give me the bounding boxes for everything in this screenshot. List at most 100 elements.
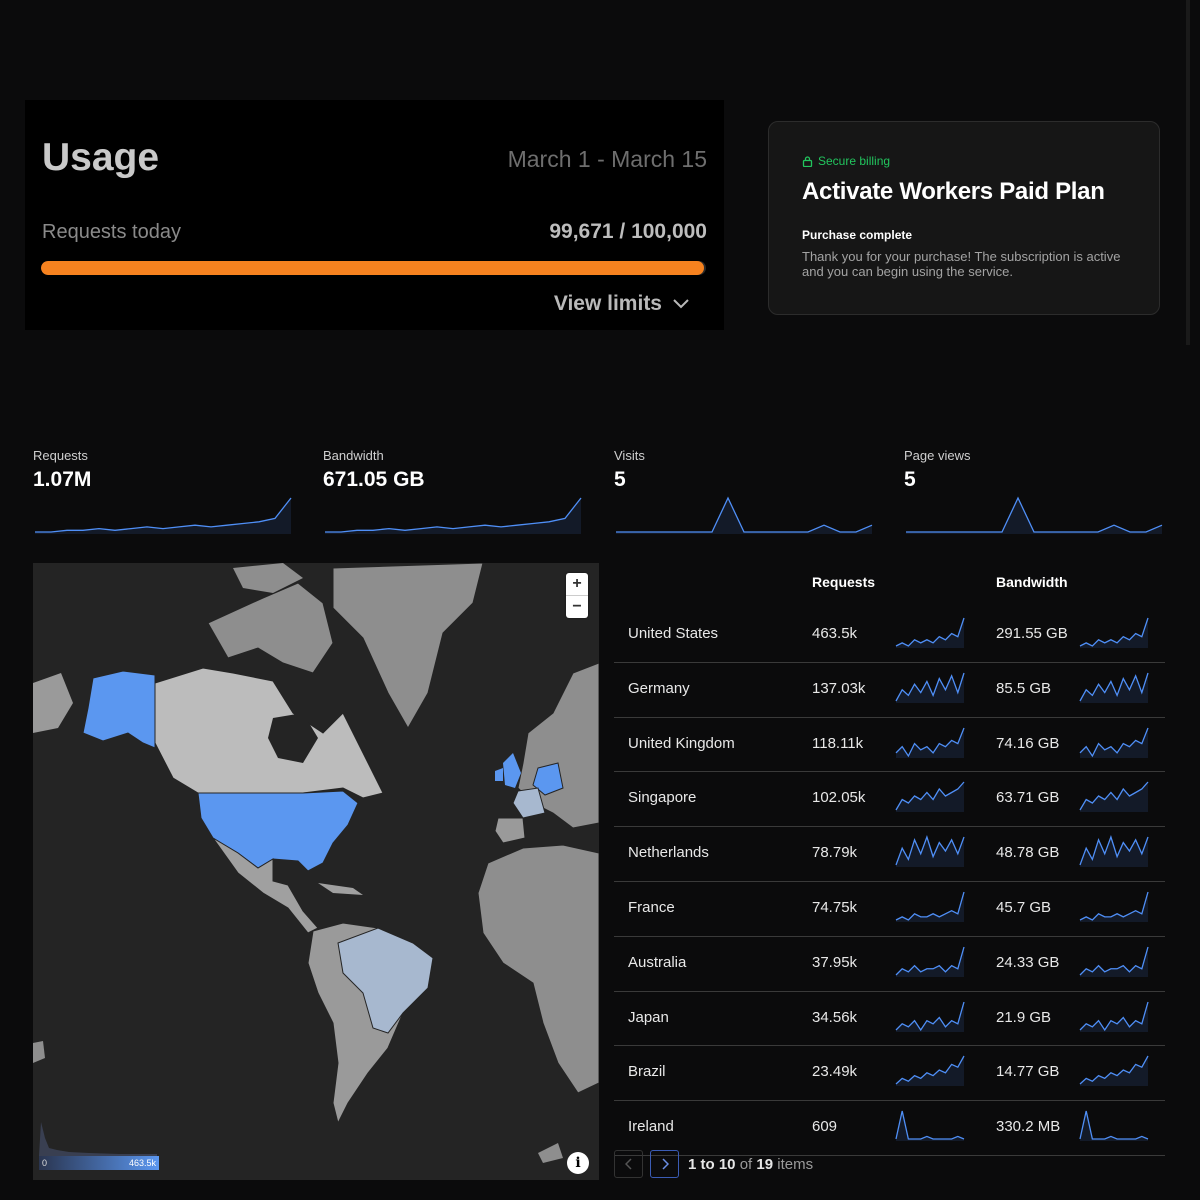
of-word: of — [739, 1155, 753, 1173]
sparkline-area — [896, 837, 964, 868]
requests-value: 609 — [812, 1118, 838, 1136]
items-word: items — [777, 1155, 814, 1173]
table-header: Requests Bandwidth — [614, 563, 1165, 608]
table-row[interactable]: Ireland 609 330.2 MB — [614, 1101, 1165, 1156]
stat-bandwidth: Bandwidth 671.05 GB — [323, 448, 585, 534]
zoom-in-button[interactable]: + — [566, 573, 588, 595]
stat-sparkline — [906, 496, 1163, 534]
column-header-requests[interactable]: Requests — [812, 574, 875, 590]
view-limits-label: View limits — [553, 292, 662, 315]
legend-max: 463.5k — [128, 1158, 156, 1168]
map-greenland — [332, 563, 484, 730]
requests-value: 137.03k — [812, 679, 866, 697]
billing-title: Activate Workers Paid Plan — [802, 178, 1105, 205]
requests-sparkline — [895, 946, 965, 977]
previous-page-button[interactable] — [614, 1150, 643, 1178]
table-row[interactable]: Germany 137.03k 85.5 GB — [614, 663, 1165, 718]
map-ireland — [495, 768, 503, 781]
stat-value: 5 — [614, 468, 626, 491]
pagination-info: 1 to 10 of 19 items — [688, 1156, 813, 1173]
sparkline-area — [1080, 891, 1148, 922]
bandwidth-sparkline — [1079, 891, 1149, 922]
table-row[interactable]: France 74.75k 45.7 GB — [614, 882, 1165, 937]
bandwidth-value: 45.7 GB — [996, 898, 1052, 916]
table-row[interactable]: United States 463.5k 291.55 GB — [614, 608, 1165, 663]
bandwidth-sparkline — [1079, 781, 1149, 813]
secure-billing-label: Secure billing — [818, 154, 891, 168]
stat-value: 671.05 GB — [323, 468, 425, 491]
requests-sparkline — [895, 835, 965, 868]
stat-sparkline — [325, 497, 582, 534]
purchase-message: Thank you for your purchase! The subscri… — [802, 249, 1121, 279]
stat-sparkline — [35, 497, 292, 534]
bandwidth-value: 21.9 GB — [996, 1008, 1052, 1026]
page-range: 1 to 10 — [688, 1155, 736, 1173]
table-row[interactable]: Netherlands 78.79k 48.78 GB — [614, 827, 1165, 882]
country-name: Japan — [628, 1008, 669, 1026]
lock-icon — [802, 155, 813, 167]
requests-value: 118.11k — [812, 734, 864, 752]
sparkline-area — [1080, 618, 1148, 648]
country-name: United States — [628, 625, 719, 642]
total-items: 19 — [756, 1155, 774, 1173]
stat-requests: Requests 1.07M — [33, 448, 295, 534]
bandwidth-value: 24.33 GB — [996, 953, 1060, 971]
table-row[interactable]: Japan 34.56k 21.9 GB — [614, 992, 1165, 1047]
country-name: France — [628, 898, 675, 916]
map-iberia — [494, 817, 526, 844]
stat-label: Page views — [904, 448, 971, 463]
country-name: Ireland — [628, 1118, 674, 1136]
table-row[interactable]: Australia 37.95k 24.33 GB — [614, 937, 1165, 992]
sparkline-area — [896, 1111, 964, 1142]
bandwidth-value: 74.16 GB — [996, 734, 1060, 752]
stat-label: Bandwidth — [323, 448, 384, 463]
requests-today-value: 99,671 / 100,000 — [549, 220, 707, 243]
view-limits-button[interactable]: View limits — [554, 292, 690, 316]
chevron-left-icon — [624, 1158, 632, 1170]
billing-card: Secure billing Activate Workers Paid Pla… — [768, 121, 1160, 315]
next-page-button[interactable] — [650, 1150, 679, 1178]
country-name: Australia — [628, 953, 687, 971]
sparkline-line — [906, 496, 1163, 533]
scrollbar[interactable] — [1186, 0, 1190, 345]
sparkline-area — [1080, 1056, 1148, 1087]
sparkline-area — [1080, 837, 1148, 868]
map-africa — [477, 844, 599, 1094]
purchase-status: Purchase complete — [802, 228, 913, 242]
bandwidth-value: 85.5 GB — [996, 679, 1052, 697]
bandwidth-value: 330.2 MB — [996, 1118, 1061, 1136]
sparkline-area — [1080, 946, 1148, 977]
stat-value: 1.07M — [33, 468, 92, 491]
table-row[interactable]: Brazil 23.49k 14.77 GB — [614, 1046, 1165, 1102]
requests-sparkline — [895, 1056, 965, 1087]
country-table: Requests Bandwidth United States 463.5k 29… — [614, 563, 1165, 1156]
bandwidth-sparkline — [1079, 946, 1149, 977]
chevron-right-icon — [661, 1158, 669, 1170]
legend-min: 0 — [42, 1158, 48, 1168]
sparkline-area — [896, 618, 964, 648]
bandwidth-sparkline — [1079, 1001, 1149, 1032]
zoom-out-button[interactable]: − — [566, 595, 588, 618]
stat-label: Visits — [614, 448, 645, 463]
column-header-bandwidth[interactable]: Bandwidth — [996, 574, 1068, 590]
legend-histogram-area — [39, 1122, 157, 1156]
bandwidth-sparkline — [1079, 835, 1149, 868]
world-map[interactable] — [33, 563, 599, 1180]
requests-progress-bar — [41, 261, 706, 275]
sparkline-area — [896, 946, 964, 977]
date-range: March 1 - March 15 — [507, 146, 707, 172]
table-row[interactable]: Singapore 102.05k 63.71 GB — [614, 772, 1165, 828]
info-icon[interactable]: i — [567, 1152, 589, 1174]
requests-value: 78.79k — [812, 844, 858, 862]
requests-sparkline — [895, 727, 965, 758]
requests-sparkline — [895, 617, 965, 648]
country-name: United Kingdom — [628, 734, 735, 752]
requests-sparkline — [895, 672, 965, 703]
country-name: Brazil — [628, 1063, 666, 1081]
secure-billing-badge: Secure billing — [802, 154, 1126, 168]
bandwidth-sparkline — [1079, 727, 1149, 758]
table-row[interactable]: United Kingdom 118.11k 74.16 GB — [614, 718, 1165, 773]
sparkline-line — [616, 496, 873, 533]
map-zoom-controls: + − — [566, 573, 588, 618]
requests-today-label: Requests today — [42, 221, 181, 243]
